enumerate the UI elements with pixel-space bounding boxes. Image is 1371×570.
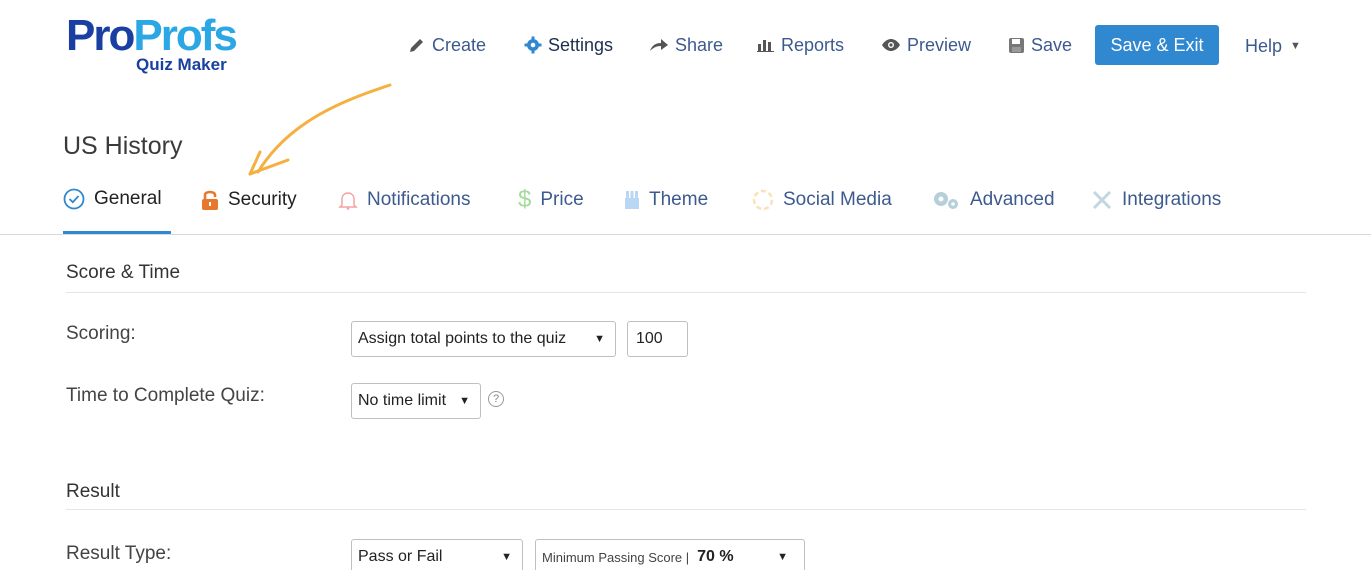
social-icon: [752, 189, 774, 211]
nav-share[interactable]: Share: [649, 25, 723, 65]
section-divider: [66, 509, 1306, 510]
minimum-passing-score-label: Minimum Passing Score |: [542, 549, 690, 565]
gears-icon: [931, 190, 961, 210]
nav-create[interactable]: Create: [408, 25, 486, 65]
tab-security-label: Security: [228, 189, 297, 210]
nav-preview[interactable]: Preview: [881, 25, 971, 65]
scoring-select[interactable]: Assign total points to the quiz ▼: [351, 321, 616, 357]
result-type-label: Result Type:: [66, 543, 172, 564]
tab-general-label: General: [94, 187, 162, 209]
tab-price-label: Price: [540, 189, 584, 210]
lock-icon: [201, 189, 219, 211]
section-divider: [66, 292, 1306, 293]
check-circle-icon: [63, 188, 85, 210]
chevron-down-icon: ▼: [501, 551, 512, 563]
minimum-passing-score-value: 70 %: [697, 548, 734, 565]
nav-settings-label: Settings: [548, 34, 614, 55]
nav-save-label: Save: [1031, 34, 1073, 55]
time-to-complete-label: Time to Complete Quiz:: [66, 385, 265, 406]
bar-chart-icon: [757, 38, 775, 52]
annotation-arrow-icon: [248, 83, 392, 176]
nav-share-label: Share: [675, 34, 724, 55]
help-menu[interactable]: Help ▼: [1245, 26, 1301, 66]
nav-reports-label: Reports: [781, 34, 845, 55]
nav-reports[interactable]: Reports: [757, 25, 844, 65]
tab-notifications-label: Notifications: [367, 189, 471, 210]
nav-preview-label: Preview: [907, 34, 972, 55]
help-label: Help: [1245, 35, 1283, 56]
bell-icon: [338, 190, 358, 210]
page-title: US History: [63, 132, 183, 160]
tab-notifications[interactable]: Notifications: [338, 182, 471, 234]
share-arrow-icon: [649, 37, 669, 53]
tab-advanced[interactable]: Advanced: [931, 182, 1055, 234]
chevron-down-icon: ▼: [594, 333, 605, 345]
total-points-input[interactable]: 100: [627, 321, 688, 357]
tab-theme[interactable]: Theme: [624, 182, 708, 234]
help-icon[interactable]: ?: [488, 391, 504, 407]
pencil-icon: [408, 36, 426, 54]
nav-save[interactable]: Save: [1008, 25, 1072, 65]
tab-social-media[interactable]: Social Media: [752, 182, 892, 234]
section-title-score-time: Score & Time: [66, 262, 181, 283]
tab-integrations-label: Integrations: [1122, 189, 1222, 210]
nav-create-label: Create: [432, 34, 487, 55]
tab-price[interactable]: $ Price: [518, 182, 584, 234]
result-type-select-value: Pass or Fail: [358, 548, 443, 565]
eye-icon: [881, 38, 901, 52]
chevron-down-icon: ▼: [459, 395, 470, 407]
tab-security[interactable]: Security: [201, 182, 297, 234]
scoring-select-value: Assign total points to the quiz: [358, 330, 567, 347]
save-and-exit-button[interactable]: Save & Exit: [1095, 25, 1219, 65]
time-limit-select[interactable]: No time limit ▼: [351, 383, 481, 419]
tab-general[interactable]: General: [63, 182, 171, 234]
time-limit-select-value: No time limit: [358, 392, 447, 409]
tools-icon: [1091, 189, 1113, 211]
section-title-result: Result: [66, 481, 120, 502]
tab-advanced-label: Advanced: [970, 189, 1055, 210]
chevron-down-icon: ▼: [777, 551, 788, 563]
floppy-disk-icon: [1008, 37, 1025, 54]
theme-icon: [624, 190, 640, 210]
settings-tabs: General Security Notifications $ Price T…: [0, 182, 1371, 235]
tab-social-media-label: Social Media: [783, 189, 892, 210]
scoring-label: Scoring:: [66, 323, 136, 344]
result-type-select[interactable]: Pass or Fail ▼: [351, 539, 523, 570]
chevron-down-icon: ▼: [1290, 40, 1301, 52]
nav-settings[interactable]: Settings: [524, 25, 613, 65]
gear-icon: [524, 36, 542, 54]
tab-theme-label: Theme: [649, 189, 709, 210]
tab-integrations[interactable]: Integrations: [1091, 182, 1221, 234]
dollar-icon: $: [518, 186, 532, 213]
minimum-passing-score-select[interactable]: Minimum Passing Score | 70 % ▼: [535, 539, 805, 570]
